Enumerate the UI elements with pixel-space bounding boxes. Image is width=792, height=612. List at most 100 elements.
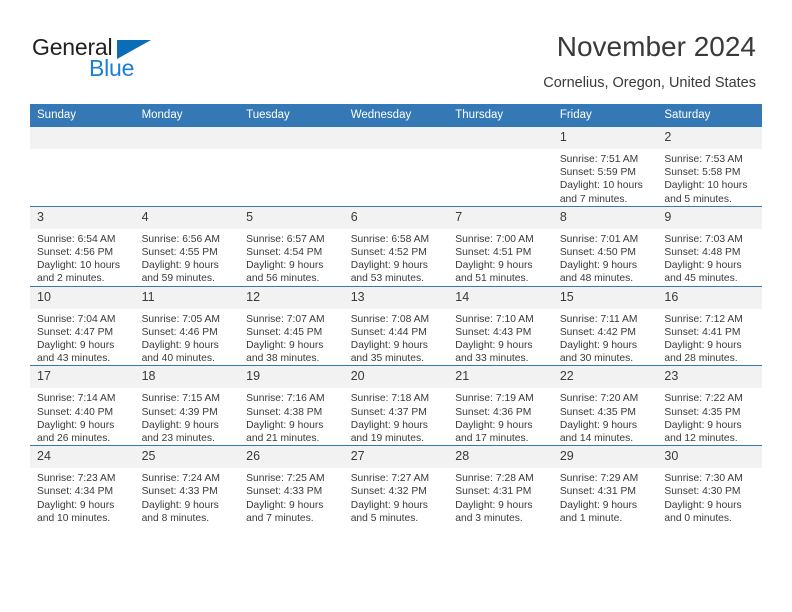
brand-logo[interactable]: General Blue	[32, 34, 272, 90]
calendar-cell-day[interactable]: 6 Sunrise: 6:58 AM Sunset: 4:52 PM Daylight…	[343, 205, 449, 287]
calendar-cell-day[interactable]: 11 Sunrise: 7:05 AM Sunset: 4:46 PM Dayligh…	[134, 285, 240, 366]
sunrise-time: Sunrise: 6:54 AM	[37, 233, 116, 245]
calendar-cell-day[interactable]: 10 Sunrise: 7:04 AM Sunset: 4:47 PM Dayligh…	[30, 285, 135, 366]
calendar-cell-day[interactable]: 20 Sunrise: 7:18 AM Sunset: 4:37 PM Dayligh…	[343, 365, 449, 446]
day-details: Sunrise: 7:22 AM Sunset: 4:35 PM Daylight:…	[657, 388, 762, 445]
day-number	[343, 127, 449, 149]
day-number: 15	[552, 286, 658, 309]
daylight-duration-line2: and 33 minutes.	[455, 353, 529, 365]
sunrise-time: Sunrise: 7:30 AM	[664, 473, 743, 485]
day-details: Sunrise: 7:19 AM Sunset: 4:36 PM Daylight:…	[448, 388, 553, 445]
weekday-header-wednesday: Wednesday	[343, 104, 449, 127]
day-number: 25	[134, 446, 240, 469]
calendar-cell-day[interactable]: 30 Sunrise: 7:30 AM Sunset: 4:30 PM Dayligh…	[657, 445, 762, 526]
daylight-duration-line2: and 17 minutes.	[455, 433, 529, 445]
calendar-cell-day[interactable]: 25 Sunrise: 7:24 AM Sunset: 4:33 PM Dayligh…	[134, 445, 240, 526]
sunset-time: Sunset: 4:50 PM	[559, 247, 636, 259]
daylight-duration-line2: and 59 minutes.	[141, 273, 215, 285]
daylight-duration-line2: and 40 minutes.	[141, 353, 215, 365]
daylight-duration-line2: and 7 minutes.	[246, 512, 314, 524]
sunset-time: Sunset: 4:35 PM	[559, 406, 636, 418]
daylight-duration-line2: and 5 minutes.	[350, 512, 419, 524]
daylight-duration-line2: and 45 minutes.	[664, 273, 738, 285]
calendar-cell-day[interactable]: 7 Sunrise: 7:00 AM Sunset: 4:51 PM Daylight…	[448, 205, 553, 287]
calendar-week-row: 3 Sunrise: 6:54 AM Sunset: 4:56 PM Daylight…	[30, 205, 762, 287]
calendar-cell-day[interactable]: 26 Sunrise: 7:25 AM Sunset: 4:33 PM Dayligh…	[239, 445, 344, 526]
day-details: Sunrise: 7:16 AM Sunset: 4:38 PM Daylight:…	[239, 388, 344, 445]
sunset-time: Sunset: 4:31 PM	[559, 486, 636, 498]
calendar-cell-empty	[343, 126, 449, 207]
sunset-time: Sunset: 4:38 PM	[246, 406, 323, 418]
calendar-cell-day[interactable]: 15 Sunrise: 7:11 AM Sunset: 4:42 PM Dayligh…	[552, 285, 658, 366]
calendar-cell-day[interactable]: 2 Sunrise: 7:53 AM Sunset: 5:58 PM Daylight…	[657, 126, 762, 207]
day-number: 24	[30, 446, 135, 469]
day-details: Sunrise: 7:20 AM Sunset: 4:35 PM Daylight:…	[553, 388, 658, 445]
weekday-header-sunday: Sunday	[30, 104, 135, 127]
sunset-time: Sunset: 4:31 PM	[455, 486, 532, 498]
calendar-cell-empty	[448, 126, 553, 207]
calendar-cell-day[interactable]: 13 Sunrise: 7:08 AM Sunset: 4:44 PM Dayligh…	[343, 285, 449, 366]
sunset-time: Sunset: 4:43 PM	[455, 326, 532, 338]
calendar-cell-day[interactable]: 22 Sunrise: 7:20 AM Sunset: 4:35 PM Dayligh…	[552, 365, 658, 446]
day-number: 9	[657, 206, 762, 229]
calendar-cell-day[interactable]: 23 Sunrise: 7:22 AM Sunset: 4:35 PM Dayligh…	[657, 365, 762, 446]
sunset-time: Sunset: 4:47 PM	[37, 326, 114, 338]
calendar-cell-day[interactable]: 17 Sunrise: 7:14 AM Sunset: 4:40 PM Dayligh…	[30, 365, 135, 446]
calendar-cell-day[interactable]: 8 Sunrise: 7:01 AM Sunset: 4:50 PM Daylight…	[552, 205, 658, 287]
day-number: 13	[343, 286, 449, 309]
calendar-cell-day[interactable]: 16 Sunrise: 7:12 AM Sunset: 4:41 PM Dayligh…	[657, 285, 762, 366]
calendar-header-row: Sunday Monday Tuesday Wednesday Thursday…	[30, 104, 762, 127]
calendar-cell-day[interactable]: 24 Sunrise: 7:23 AM Sunset: 4:34 PM Dayligh…	[30, 445, 135, 526]
calendar-cell-day[interactable]: 9 Sunrise: 7:03 AM Sunset: 4:48 PM Daylight…	[657, 205, 762, 287]
daylight-duration-line1: Daylight: 9 hours	[246, 340, 324, 352]
daylight-duration-line2: and 23 minutes.	[141, 433, 215, 445]
calendar-cell-day[interactable]: 14 Sunrise: 7:10 AM Sunset: 4:43 PM Dayligh…	[448, 285, 553, 366]
day-number: 2	[657, 127, 762, 149]
daylight-duration-line1: Daylight: 9 hours	[141, 499, 219, 511]
sunrise-time: Sunrise: 7:24 AM	[141, 473, 220, 485]
calendar-week-row: 24 Sunrise: 7:23 AM Sunset: 4:34 PM Dayligh…	[30, 445, 762, 526]
calendar-cell-day[interactable]: 1 Sunrise: 7:51 AM Sunset: 5:59 PM Daylight…	[552, 126, 658, 207]
weekday-header-tuesday: Tuesday	[239, 104, 344, 127]
daylight-duration-line1: Daylight: 9 hours	[350, 499, 428, 511]
calendar-cell-day[interactable]: 4 Sunrise: 6:56 AM Sunset: 4:55 PM Daylight…	[134, 205, 240, 287]
daylight-duration-line2: and 2 minutes.	[37, 273, 105, 285]
day-number	[448, 127, 553, 149]
day-details: Sunrise: 7:03 AM Sunset: 4:48 PM Daylight:…	[657, 229, 762, 286]
calendar-cell-day[interactable]: 19 Sunrise: 7:16 AM Sunset: 4:38 PM Dayligh…	[239, 365, 344, 446]
sunset-time: Sunset: 4:42 PM	[559, 326, 636, 338]
daylight-duration-line1: Daylight: 9 hours	[455, 260, 533, 272]
day-details: Sunrise: 7:12 AM Sunset: 4:41 PM Daylight:…	[657, 309, 762, 366]
day-number: 21	[448, 366, 553, 389]
calendar-cell-day[interactable]: 5 Sunrise: 6:57 AM Sunset: 4:54 PM Daylight…	[239, 205, 344, 287]
daylight-duration-line1: Daylight: 10 hours	[37, 260, 120, 272]
daylight-duration-line1: Daylight: 9 hours	[559, 260, 638, 272]
calendar-cell-day[interactable]: 21 Sunrise: 7:19 AM Sunset: 4:36 PM Dayligh…	[448, 365, 553, 446]
sunset-time: Sunset: 4:39 PM	[141, 406, 218, 418]
calendar-cell-day[interactable]: 27 Sunrise: 7:27 AM Sunset: 4:32 PM Dayligh…	[343, 445, 449, 526]
daylight-duration-line1: Daylight: 9 hours	[141, 260, 219, 272]
daylight-duration-line1: Daylight: 9 hours	[141, 419, 219, 431]
calendar-cell-day[interactable]: 28 Sunrise: 7:28 AM Sunset: 4:31 PM Dayligh…	[448, 445, 553, 526]
calendar-cell-day[interactable]: 12 Sunrise: 7:07 AM Sunset: 4:45 PM Dayligh…	[239, 285, 344, 366]
calendar-cell-day[interactable]: 29 Sunrise: 7:29 AM Sunset: 4:31 PM Dayligh…	[552, 445, 658, 526]
day-details: Sunrise: 6:57 AM Sunset: 4:54 PM Daylight:…	[239, 229, 344, 286]
daylight-duration-line2: and 1 minute.	[559, 512, 623, 524]
calendar-cell-day[interactable]: 18 Sunrise: 7:15 AM Sunset: 4:39 PM Dayligh…	[134, 365, 240, 446]
day-details: Sunrise: 7:29 AM Sunset: 4:31 PM Daylight:…	[553, 468, 658, 525]
sunset-time: Sunset: 4:30 PM	[664, 486, 741, 498]
sunrise-time: Sunrise: 6:57 AM	[246, 233, 325, 245]
sunset-time: Sunset: 4:44 PM	[350, 326, 427, 338]
sunset-time: Sunset: 4:51 PM	[455, 247, 532, 259]
day-details: Sunrise: 7:51 AM Sunset: 5:59 PM Daylight:…	[553, 149, 658, 206]
daylight-duration-line2: and 8 minutes.	[141, 512, 210, 524]
page-subtitle: Cornelius, Oregon, United States	[543, 75, 756, 91]
daylight-duration-line2: and 26 minutes.	[37, 433, 111, 445]
day-number: 20	[343, 366, 449, 389]
page-title: November 2024	[556, 31, 756, 62]
day-number	[134, 127, 240, 149]
calendar-week-row: 1 Sunrise: 7:51 AM Sunset: 5:59 PM Daylight…	[30, 126, 762, 207]
day-number: 16	[657, 286, 762, 309]
calendar-cell-day[interactable]: 3 Sunrise: 6:54 AM Sunset: 4:56 PM Daylight…	[30, 205, 135, 287]
sunset-time: Sunset: 4:32 PM	[350, 486, 427, 498]
